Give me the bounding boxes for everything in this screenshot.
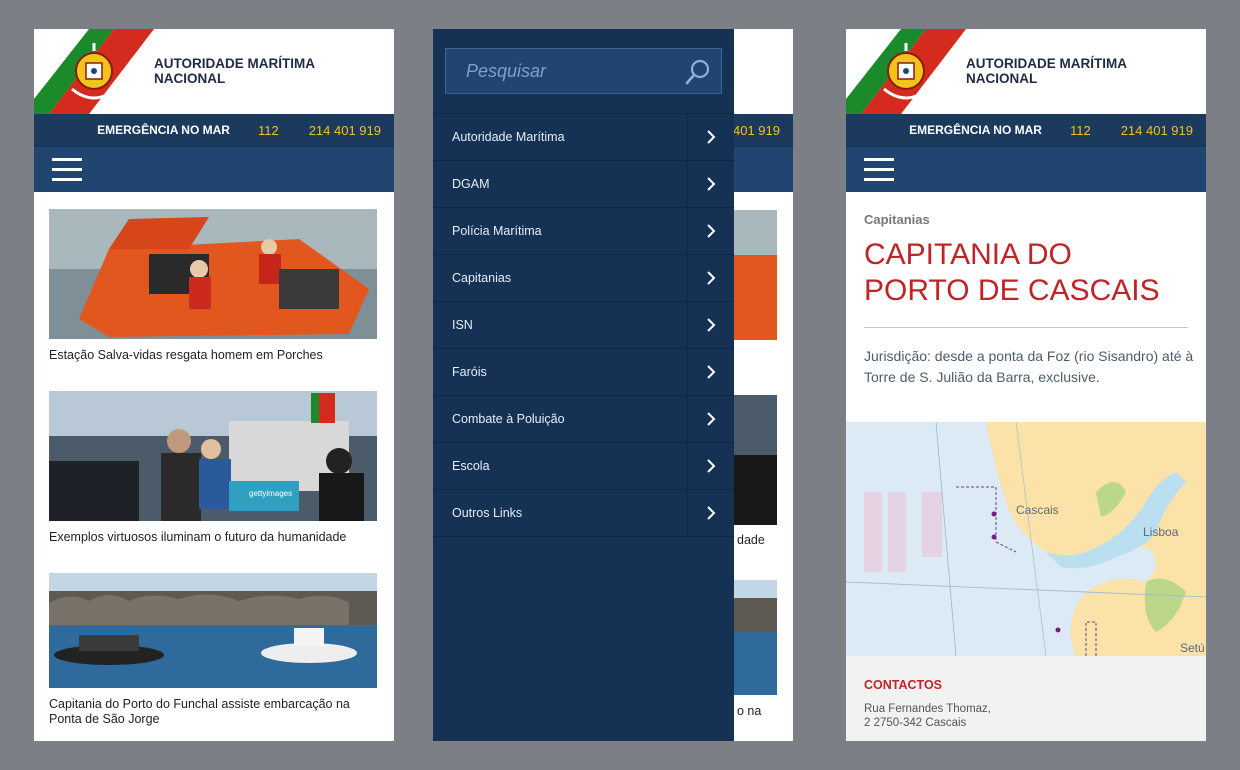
site-header: AUTORIDADE MARÍTIMA NACIONAL: [846, 29, 1206, 114]
detail-content: Capitanias CAPITANIA DO PORTO DE CASCAIS…: [846, 192, 1206, 388]
emergency-phone-112[interactable]: 112: [1070, 123, 1091, 138]
news-image-rescue-boat[interactable]: [49, 209, 377, 339]
jurisdiction-map[interactable]: Cascais Lisboa Setú: [846, 422, 1206, 656]
news-image-peek: [733, 580, 777, 695]
phone-news-list: AUTORIDADE MARÍTIMA NACIONAL EMERGÊNCIA …: [34, 29, 394, 741]
menu-item-label: Combate à Poluição: [452, 412, 565, 426]
chevron-right-icon[interactable]: [687, 349, 734, 395]
chevron-right-icon[interactable]: [687, 302, 734, 348]
amn-logo[interactable]: [34, 29, 159, 114]
menu-item-dgam[interactable]: DGAM: [433, 161, 734, 208]
news-image-peek: [733, 395, 777, 525]
chevron-right-icon[interactable]: [687, 490, 734, 536]
phone-capitania-detail: AUTORIDADE MARÍTIMA NACIONAL EMERGÊNCIA …: [846, 29, 1206, 741]
nav-bar: [846, 146, 1206, 192]
menu-item-label: DGAM: [452, 177, 490, 191]
menu-item-autoridade-maritima[interactable]: Autoridade Marítima: [433, 114, 734, 161]
phone-menu-open: 214 401 919 dade o na Autoridade Marítim…: [433, 29, 793, 741]
menu-item-label: Faróis: [452, 365, 487, 379]
brand-name: AUTORIDADE MARÍTIMA NACIONAL: [154, 56, 354, 86]
side-drawer: Autoridade Marítima DGAM Polícia Marítim…: [433, 29, 734, 741]
jurisdiction-text: Jurisdição: desde a ponta da Foz (rio Si…: [864, 348, 1194, 385]
contacts-section: CONTACTOS Rua Fernandes Thomaz, 2 2750-3…: [846, 656, 1206, 741]
news-caption[interactable]: Capitania do Porto do Funchal assiste em…: [49, 697, 378, 727]
breadcrumb[interactable]: Capitanias: [864, 212, 1188, 227]
menu-item-label: Autoridade Marítima: [452, 130, 565, 144]
news-item[interactable]: Estação Salva-vidas resgata homem em Por…: [49, 209, 378, 363]
emergency-phone-long[interactable]: 214 401 919: [1121, 123, 1193, 138]
news-caption[interactable]: Exemplos virtuosos iluminam o futuro da …: [49, 530, 378, 545]
search-input[interactable]: [446, 49, 676, 93]
news-list: Estação Salva-vidas resgata homem em Por…: [34, 192, 394, 727]
menu-item-label: Escola: [452, 459, 490, 473]
emergency-bar: EMERGÊNCIA NO MAR 112 214 401 919: [846, 114, 1206, 146]
emergency-phone-long[interactable]: 214 401 919: [309, 123, 381, 138]
news-image-funchal[interactable]: [49, 573, 377, 688]
chevron-right-icon[interactable]: [687, 114, 734, 160]
chevron-right-icon[interactable]: [687, 208, 734, 254]
chevron-right-icon[interactable]: [687, 396, 734, 442]
chevron-right-icon[interactable]: [687, 255, 734, 301]
emergency-bar: EMERGÊNCIA NO MAR 112 214 401 919: [34, 114, 394, 146]
address-line-1: Rua Fernandes Thomaz,: [864, 703, 991, 715]
news-image-refugees[interactable]: gettyimages: [49, 391, 377, 521]
menu-item-outros-links[interactable]: Outros Links: [433, 490, 734, 537]
brand-line-1: AUTORIDADE MARÍTIMA: [966, 56, 1127, 71]
menu-item-capitanias[interactable]: Capitanias: [433, 255, 734, 302]
brand-name: AUTORIDADE MARÍTIMA NACIONAL: [966, 56, 1166, 86]
search-box: [445, 48, 722, 94]
news-caption-peek: o na: [737, 704, 762, 718]
map-label-cascais: Cascais: [1016, 503, 1059, 517]
news-caption[interactable]: Estação Salva-vidas resgata homem em Por…: [49, 348, 378, 363]
menu-item-isn[interactable]: ISN: [433, 302, 734, 349]
nav-bar: [34, 146, 394, 192]
menu-item-farois[interactable]: Faróis: [433, 349, 734, 396]
emergency-label: EMERGÊNCIA NO MAR: [909, 123, 1042, 137]
menu-item-label: Outros Links: [452, 506, 523, 520]
menu-item-escola[interactable]: Escola: [433, 443, 734, 490]
contacts-heading: CONTACTOS: [864, 678, 943, 692]
chevron-right-icon[interactable]: [687, 443, 734, 489]
map-label-setubal: Setú: [1180, 641, 1205, 655]
contact-address: Rua Fernandes Thomaz, 2 2750-342 Cascais: [864, 702, 1188, 730]
news-item[interactable]: Capitania do Porto do Funchal assiste em…: [49, 573, 378, 727]
site-header: AUTORIDADE MARÍTIMA NACIONAL: [34, 29, 394, 114]
brand-line-1: AUTORIDADE MARÍTIMA: [154, 56, 315, 71]
hamburger-menu-icon[interactable]: [864, 158, 894, 182]
menu-item-policia-maritima[interactable]: Polícia Marítima: [433, 208, 734, 255]
news-item[interactable]: gettyimages Exemplos virtuosos iluminam …: [49, 391, 378, 545]
amn-logo[interactable]: [846, 29, 971, 114]
menu-item-label: ISN: [452, 318, 473, 332]
search-icon[interactable]: [684, 58, 712, 86]
news-image-peek: [733, 210, 777, 340]
gettyimages-watermark: gettyimages: [249, 489, 292, 498]
menu-item-label: Polícia Marítima: [452, 224, 542, 238]
menu-item-label: Capitanias: [452, 271, 512, 285]
brand-line-2: NACIONAL: [154, 71, 226, 86]
news-caption-peek: dade: [737, 533, 765, 547]
chevron-right-icon[interactable]: [687, 161, 734, 207]
main-menu: Autoridade Marítima DGAM Polícia Marítim…: [433, 113, 734, 537]
brand-line-2: NACIONAL: [966, 71, 1038, 86]
address-line-2: 2 2750-342 Cascais: [864, 717, 967, 729]
map-label-lisboa: Lisboa: [1143, 525, 1179, 539]
menu-item-combate-poluicao[interactable]: Combate à Poluição: [433, 396, 734, 443]
hamburger-menu-icon[interactable]: [52, 158, 82, 182]
divider: [864, 327, 1188, 328]
emergency-label: EMERGÊNCIA NO MAR: [97, 123, 230, 137]
page-title: CAPITANIA DO PORTO DE CASCAIS: [864, 238, 1160, 307]
emergency-phone-112[interactable]: 112: [258, 123, 279, 138]
